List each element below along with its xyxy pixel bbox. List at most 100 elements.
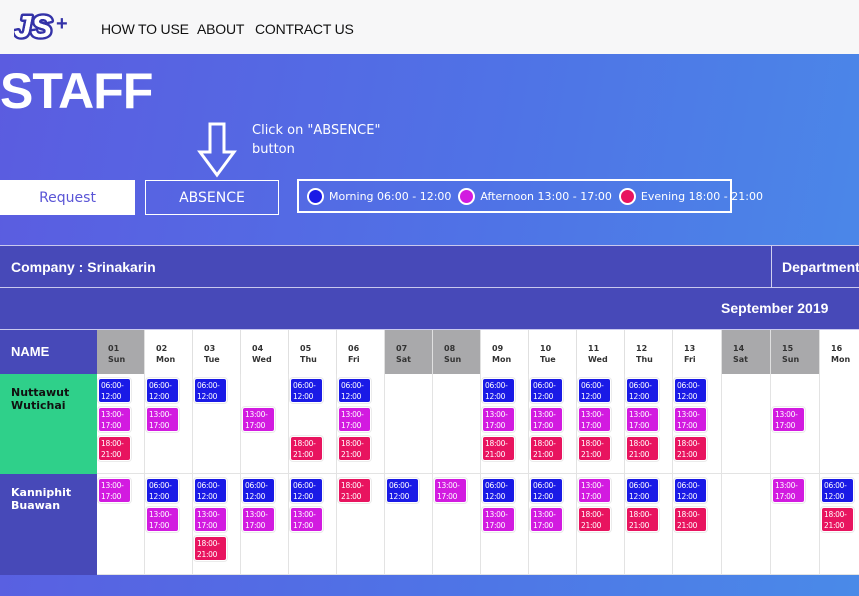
schedule-cell[interactable]: 06:00- 12:00 18:00- 21:00 [625, 474, 673, 575]
schedule-cell[interactable]: 13:00- 17:00 [97, 474, 145, 575]
schedule-cell[interactable]: 06:00- 12:00 [193, 374, 241, 474]
shift-chip[interactable]: 13:00- 17:00 [482, 507, 515, 532]
shift-chip[interactable]: 06:00- 12:00 [146, 478, 179, 503]
shift-chip[interactable]: 06:00- 12:00 [578, 378, 611, 403]
day-header: 11 Wed [577, 330, 625, 374]
js-plus-logo[interactable]: JS JS + [14, 8, 76, 44]
schedule-cell[interactable]: 06:00- 12:00 [385, 474, 433, 575]
schedule-cell[interactable]: 06:00- 12:00 13:00- 17:00 [145, 474, 193, 575]
schedule-cell[interactable]: 06:00- 12:00 13:00- 17:00 18:00- 21:00 [673, 374, 722, 474]
shift-chip[interactable]: 18:00- 21:00 [626, 507, 659, 532]
schedule-cell[interactable]: 06:00- 12:00 13:00- 17:00 [481, 474, 529, 575]
nav-about[interactable]: ABOUT [197, 21, 244, 37]
day-header: 02 Mon [145, 330, 193, 374]
shift-chip[interactable]: 13:00- 17:00 [674, 407, 707, 432]
shift-chip[interactable]: 13:00- 17:00 [290, 507, 323, 532]
shift-chip[interactable]: 06:00- 12:00 [242, 478, 275, 503]
shift-chip[interactable]: 06:00- 12:00 [626, 478, 659, 503]
request-button[interactable]: Request [0, 180, 135, 215]
schedule-cell[interactable]: 06:00- 12:00 13:00- 17:00 18:00- 21:00 [97, 374, 145, 474]
svg-text:+: + [56, 13, 68, 35]
shift-chip[interactable]: 13:00- 17:00 [434, 478, 467, 503]
shift-chip[interactable]: 13:00- 17:00 [772, 478, 805, 503]
shift-chip[interactable]: 06:00- 12:00 [626, 378, 659, 403]
schedule-cell[interactable]: 06:00- 12:00 13:00- 17:00 [289, 474, 337, 575]
shift-chip[interactable]: 18:00- 21:00 [578, 436, 611, 461]
nav-how-to-use[interactable]: HOW TO USE [101, 21, 189, 37]
day-header: 03 Tue [193, 330, 241, 374]
shift-chip[interactable]: 18:00- 21:00 [194, 536, 227, 561]
schedule-cell[interactable]: 06:00- 12:00 13:00- 17:00 18:00- 21:00 [193, 474, 241, 575]
schedule-cell[interactable] [722, 374, 771, 474]
shift-chip[interactable]: 06:00- 12:00 [194, 378, 227, 403]
svg-text:JS: JS [14, 9, 52, 44]
shift-chip[interactable]: 06:00- 12:00 [146, 378, 179, 403]
shift-chip[interactable]: 18:00- 21:00 [290, 436, 323, 461]
shift-chip[interactable]: 06:00- 12:00 [290, 378, 323, 403]
schedule-cell[interactable]: 13:00- 17:00 [771, 474, 820, 575]
shift-chip[interactable]: 18:00- 21:00 [338, 478, 371, 503]
absence-button[interactable]: ABSENCE [145, 180, 279, 215]
schedule-cell[interactable]: 06:00- 12:00 13:00- 17:00 18:00- 21:00 [577, 374, 625, 474]
shift-chip[interactable]: 06:00- 12:00 [530, 478, 563, 503]
shift-chip[interactable]: 13:00- 17:00 [578, 478, 611, 503]
schedule-cell[interactable]: 13:00- 17:00 [771, 374, 820, 474]
shift-chip[interactable]: 06:00- 12:00 [338, 378, 371, 403]
schedule-cell[interactable]: 06:00- 12:00 13:00- 17:00 18:00- 21:00 [337, 374, 385, 474]
shift-chip[interactable]: 13:00- 17:00 [194, 507, 227, 532]
shift-chip[interactable]: 18:00- 21:00 [530, 436, 563, 461]
schedule-cell[interactable]: 06:00- 12:00 18:00- 21:00 [673, 474, 722, 575]
schedule-cell[interactable]: 13:00- 17:00 [241, 374, 289, 474]
shift-chip[interactable]: 18:00- 21:00 [578, 507, 611, 532]
shift-chip[interactable]: 13:00- 17:00 [338, 407, 371, 432]
top-navbar: JS JS + HOW TO USE ABOUT CONTRACT US [0, 0, 859, 54]
shift-chip[interactable]: 18:00- 21:00 [98, 436, 131, 461]
shift-chip[interactable]: 13:00- 17:00 [146, 507, 179, 532]
shift-chip[interactable]: 18:00- 21:00 [626, 436, 659, 461]
shift-chip[interactable]: 13:00- 17:00 [242, 407, 275, 432]
shift-chip[interactable]: 18:00- 21:00 [674, 436, 707, 461]
schedule-cell[interactable]: 13:00- 17:00 [433, 474, 481, 575]
schedule-cell[interactable]: 06:00- 12:00 13:00- 17:00 [145, 374, 193, 474]
schedule-cell[interactable]: 06:00- 12:00 18:00- 21:00 [289, 374, 337, 474]
shift-chip[interactable]: 13:00- 17:00 [626, 407, 659, 432]
shift-chip[interactable]: 06:00- 12:00 [674, 378, 707, 403]
shift-chip[interactable]: 18:00- 21:00 [482, 436, 515, 461]
shift-chip[interactable]: 18:00- 21:00 [674, 507, 707, 532]
name-column-header: NAME [0, 330, 97, 374]
shift-chip[interactable]: 13:00- 17:00 [98, 478, 131, 503]
shift-chip[interactable]: 13:00- 17:00 [578, 407, 611, 432]
shift-chip[interactable]: 13:00- 17:00 [482, 407, 515, 432]
shift-chip[interactable]: 06:00- 12:00 [482, 478, 515, 503]
schedule-cell[interactable] [820, 374, 859, 474]
schedule-cell[interactable] [722, 474, 771, 575]
schedule-cell[interactable]: 06:00- 12:00 13:00- 17:00 [529, 474, 577, 575]
shift-chip[interactable]: 06:00- 12:00 [194, 478, 227, 503]
shift-chip[interactable]: 13:00- 17:00 [530, 407, 563, 432]
shift-chip[interactable]: 18:00- 21:00 [338, 436, 371, 461]
nav-contract-us[interactable]: CONTRACT US [255, 21, 354, 37]
schedule-cell[interactable] [433, 374, 481, 474]
schedule-cell[interactable]: 06:00- 12:00 13:00- 17:00 [241, 474, 289, 575]
morning-dot-icon [307, 187, 324, 205]
shift-chip[interactable]: 06:00- 12:00 [530, 378, 563, 403]
shift-chip[interactable]: 13:00- 17:00 [98, 407, 131, 432]
schedule-cell[interactable]: 06:00- 12:00 13:00- 17:00 18:00- 21:00 [481, 374, 529, 474]
shift-chip[interactable]: 06:00- 12:00 [386, 478, 419, 503]
shift-chip[interactable]: 06:00- 12:00 [821, 478, 854, 503]
shift-chip[interactable]: 13:00- 17:00 [772, 407, 805, 432]
schedule-cell[interactable]: 18:00- 21:00 [337, 474, 385, 575]
schedule-cell[interactable] [385, 374, 433, 474]
shift-chip[interactable]: 06:00- 12:00 [482, 378, 515, 403]
shift-chip[interactable]: 06:00- 12:00 [290, 478, 323, 503]
schedule-cell[interactable]: 06:00- 12:00 18:00- 21:00 [820, 474, 859, 575]
shift-chip[interactable]: 13:00- 17:00 [530, 507, 563, 532]
schedule-cell[interactable]: 06:00- 12:00 13:00- 17:00 18:00- 21:00 [529, 374, 577, 474]
shift-chip[interactable]: 13:00- 17:00 [242, 507, 275, 532]
shift-chip[interactable]: 06:00- 12:00 [98, 378, 131, 403]
shift-chip[interactable]: 18:00- 21:00 [821, 507, 854, 532]
schedule-cell[interactable]: 06:00- 12:00 13:00- 17:00 18:00- 21:00 [625, 374, 673, 474]
shift-chip[interactable]: 06:00- 12:00 [674, 478, 707, 503]
shift-chip[interactable]: 13:00- 17:00 [146, 407, 179, 432]
schedule-cell[interactable]: 13:00- 17:00 18:00- 21:00 [577, 474, 625, 575]
